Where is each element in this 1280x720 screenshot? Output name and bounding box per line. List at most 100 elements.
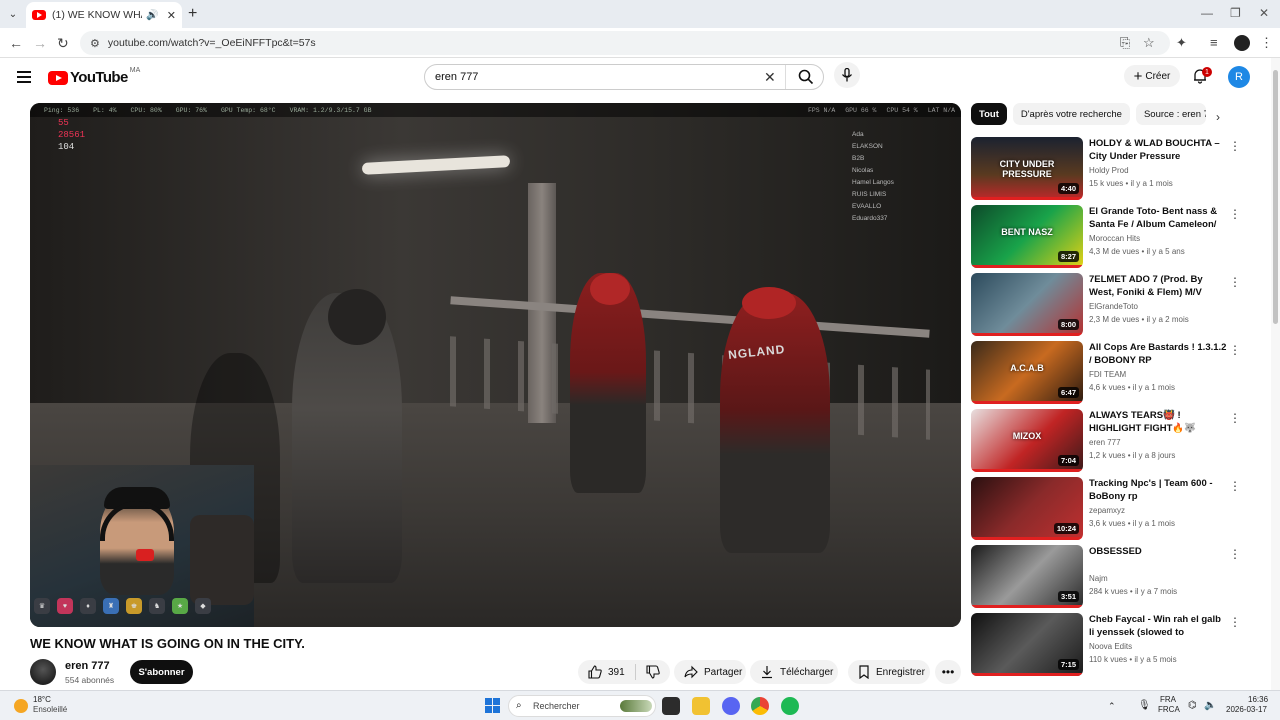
browser-tab[interactable]: (1) WE KNOW WHAT IS GOING ON IN THE CITY… [26, 2, 182, 28]
kebab-menu-icon[interactable]: ⋮ [1229, 547, 1241, 561]
video-thumbnail[interactable]: CITY UNDER PRESSURE 4:40 [971, 137, 1083, 200]
recommendation-item[interactable]: CITY UNDER PRESSURE 4:40 HOLDY & WLAD BOUC… [971, 137, 1243, 205]
chip-from-search[interactable]: D'après votre recherche [1012, 103, 1130, 125]
recommendation-title[interactable]: ALWAYS TEARS👹 ! HIGHLIGHT FIGHT🔥🐺 [1089, 409, 1227, 435]
video-thumbnail[interactable]: BENT NASZ 8:27 [971, 205, 1083, 268]
save-button[interactable]: Enregistrer [848, 660, 930, 684]
video-thumbnail[interactable]: A.C.A.B 6:47 [971, 341, 1083, 404]
clear-search-icon[interactable]: ✕ [764, 69, 776, 86]
subscribe-button[interactable]: S'abonner [130, 660, 193, 684]
thumbs-down-icon[interactable] [646, 665, 660, 679]
download-button[interactable]: Télécharger [750, 660, 838, 684]
video-thumbnail[interactable]: 3:51 [971, 545, 1083, 608]
reload-icon[interactable]: ↻ [57, 35, 69, 52]
recommendation-title[interactable]: El Grande Toto- Bent nass & Santa Fe / A… [1089, 205, 1227, 231]
recommendation-channel[interactable]: eren 777 [1089, 438, 1121, 447]
share-button[interactable]: Partager [674, 660, 746, 684]
video-thumbnail[interactable]: 8:00 [971, 273, 1083, 336]
recommendation-channel[interactable]: FDI TEAM [1089, 370, 1126, 379]
chip-source[interactable]: Source : eren 777 [1135, 103, 1206, 125]
like-count[interactable]: 391 [608, 667, 625, 678]
kebab-menu-icon[interactable]: ⋮ [1229, 343, 1241, 357]
recommendation-channel[interactable]: Najm [1089, 574, 1108, 583]
channel-avatar[interactable] [30, 659, 56, 685]
recommendation-item[interactable]: 3:51 OBSESSED Najm 284 k vues • il y a 7 mo… [971, 545, 1243, 613]
menu-hamburger-icon[interactable] [17, 71, 31, 83]
browser-profile-avatar[interactable] [1234, 35, 1250, 51]
recommendation-item[interactable]: A.C.A.B 6:47 All Cops Are Bastards ! 1.3.1… [971, 341, 1243, 409]
extensions-icon[interactable]: ✦ [1176, 35, 1187, 51]
clock-date[interactable]: 2026-03-17 [1226, 705, 1267, 714]
kebab-menu-icon[interactable]: ⋮ [1229, 275, 1241, 289]
recommendation-channel[interactable]: Holdy Prod [1089, 166, 1129, 175]
volume-icon[interactable]: 🔈 [1204, 700, 1216, 711]
youtube-logo[interactable]: YouTube MA [48, 67, 140, 86]
kebab-menu-icon[interactable]: ⋮ [1229, 207, 1241, 221]
video-thumbnail[interactable]: MIZOX 7:04 [971, 409, 1083, 472]
minimize-icon[interactable]: — [1201, 6, 1213, 20]
site-info-icon[interactable]: ⚙ [90, 37, 100, 50]
kebab-menu-icon[interactable]: ⋮ [1229, 615, 1241, 629]
account-avatar[interactable]: R [1228, 66, 1250, 88]
recommendation-item[interactable]: 7:15 Cheb Faycal - Win rah el galb li yen… [971, 613, 1243, 681]
keyboard-layout[interactable]: FRCA [1158, 705, 1180, 714]
video-thumbnail[interactable]: 10:24 [971, 477, 1083, 540]
discord-icon[interactable] [722, 697, 740, 715]
install-app-icon[interactable]: ⎘ [1120, 35, 1130, 51]
recommendation-title[interactable]: OBSESSED [1089, 545, 1227, 558]
chip-all[interactable]: Tout [971, 103, 1007, 125]
recommendation-item[interactable]: 8:00 7ELMET ADO 7 (Prod. By West, Foniki … [971, 273, 1243, 341]
media-controls-icon[interactable]: ≡ [1210, 35, 1218, 50]
spotify-icon[interactable] [781, 697, 799, 715]
kebab-menu-icon[interactable]: ⋮ [1229, 479, 1241, 493]
recommendation-item[interactable]: BENT NASZ 8:27 El Grande Toto- Bent nass &… [971, 205, 1243, 273]
network-icon[interactable]: ⌬ [1188, 700, 1197, 711]
back-arrow-icon[interactable]: ← [9, 35, 23, 51]
recommendation-channel[interactable]: Noova Edits [1089, 642, 1132, 651]
url-field[interactable]: ⚙ youtube.com/watch?v=_OeEiNFFTpc&t=57s [80, 31, 1170, 55]
channel-name[interactable]: eren 777 [65, 660, 110, 672]
search-input[interactable] [425, 71, 745, 83]
recommendation-title[interactable]: 7ELMET ADO 7 (Prod. By West, Foniki & Fl… [1089, 273, 1227, 299]
more-actions-icon[interactable]: ••• [935, 660, 961, 684]
page-scrollbar-thumb[interactable] [1273, 70, 1278, 324]
recommendation-channel[interactable]: zepamxyz [1089, 506, 1125, 515]
create-button[interactable]: + Créer [1124, 65, 1180, 87]
bookmark-star-icon[interactable]: ☆ [1143, 35, 1155, 51]
recommendation-title[interactable]: HOLDY & WLAD BOUCHTA – City Under Pressu… [1089, 137, 1227, 163]
restore-icon[interactable]: ❐ [1230, 6, 1241, 20]
kebab-menu-icon[interactable]: ⋮ [1229, 411, 1241, 425]
tray-chevron-up-icon[interactable]: ⌃ [1108, 701, 1116, 712]
video-thumbnail[interactable]: 7:15 [971, 613, 1083, 676]
kebab-menu-icon[interactable]: ⋮ [1229, 139, 1241, 153]
weather-description[interactable]: Ensoleillé [33, 705, 67, 714]
recommendation-channel[interactable]: Moroccan Hits [1089, 234, 1140, 243]
browser-menu-icon[interactable]: ⋮ [1260, 35, 1273, 51]
task-view-icon[interactable] [662, 697, 680, 715]
audio-playing-icon[interactable]: 🔊 [146, 10, 158, 21]
recommendation-title[interactable]: Cheb Faycal - Win rah el galb li yenssek… [1089, 613, 1227, 639]
recommendation-title[interactable]: All Cops Are Bastards ! 1.3.1.2 / BOBONY… [1089, 341, 1227, 367]
tray-microphone-icon[interactable]: 🎙 [1138, 700, 1151, 711]
weather-temperature[interactable]: 18°C [33, 695, 51, 704]
forward-arrow-icon[interactable]: → [33, 35, 47, 51]
recommendation-item[interactable]: MIZOX 7:04 ALWAYS TEARS👹 ! HIGHLIGHT FIGHT… [971, 409, 1243, 477]
tab-close-icon[interactable]: ✕ [167, 9, 176, 22]
video-player[interactable]: NGLAND Ping: 536 PL: 4% CPU: 80% GPU: 76… [30, 103, 961, 627]
windows-start-icon[interactable] [485, 698, 500, 713]
search-button[interactable] [785, 65, 825, 89]
chips-next-chevron-icon[interactable]: › [1216, 110, 1220, 124]
keyboard-language[interactable]: FRA [1160, 695, 1176, 704]
sun-weather-icon[interactable] [14, 699, 28, 713]
chrome-icon[interactable] [751, 697, 769, 715]
new-tab-plus-icon[interactable]: + [188, 5, 197, 23]
voice-search-button[interactable] [834, 62, 860, 88]
tab-list-chevron-icon[interactable]: ⌄ [4, 5, 22, 23]
recommendation-item[interactable]: 10:24 Tracking Npc's | Team 600 - BoBony … [971, 477, 1243, 545]
thumbs-up-icon[interactable] [588, 665, 602, 679]
clock-time[interactable]: 16:36 [1248, 695, 1268, 704]
recommendation-channel[interactable]: ElGrandeToto [1089, 302, 1138, 311]
window-close-icon[interactable]: ✕ [1259, 6, 1269, 20]
file-explorer-icon[interactable] [692, 697, 710, 715]
recommendation-title[interactable]: Tracking Npc's | Team 600 - BoBony rp [1089, 477, 1227, 503]
